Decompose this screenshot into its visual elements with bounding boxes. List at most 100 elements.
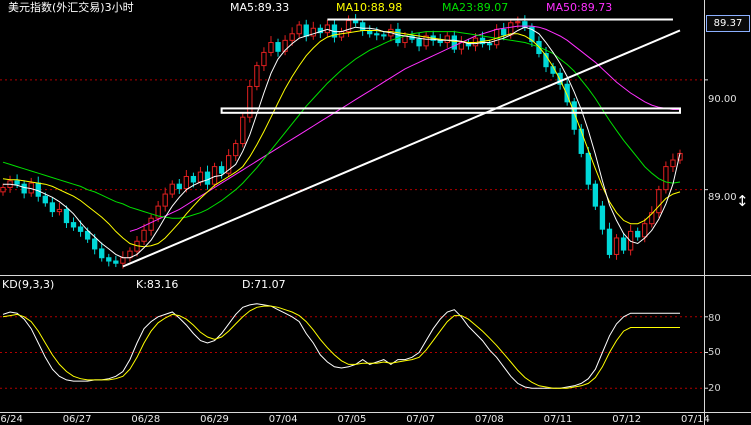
candle-body	[501, 28, 507, 36]
x-tick-label: 07/04	[268, 414, 298, 425]
price-tick-90: 90.00	[708, 94, 737, 105]
candle-body	[324, 24, 331, 34]
k-value-label: K:83.16	[136, 278, 179, 291]
candle-body	[395, 28, 401, 44]
candle-body	[451, 35, 457, 50]
ma5-line	[3, 26, 681, 259]
candle-body	[77, 226, 84, 232]
candle-body	[99, 248, 105, 259]
candle-body	[176, 183, 182, 190]
d-line	[2, 305, 680, 389]
candle-body	[106, 257, 112, 262]
candle-body	[620, 237, 627, 251]
candle-body	[416, 38, 422, 47]
candle-body	[113, 260, 119, 264]
kd-tick-80: 80	[708, 313, 721, 324]
candle-body	[218, 166, 225, 174]
chart-canvas	[0, 0, 751, 425]
d-value-label: D:71.07	[242, 278, 286, 291]
candle-body	[585, 152, 591, 185]
candle-body	[289, 33, 295, 41]
candle-body	[508, 22, 514, 36]
candle-body	[49, 202, 56, 213]
candle-body	[190, 175, 197, 183]
candle-body	[197, 171, 204, 183]
candle-body	[92, 238, 98, 250]
candle-body	[162, 193, 168, 207]
candle-body	[352, 20, 359, 24]
x-tick-label: 06/29	[200, 414, 229, 425]
candle-body	[204, 171, 211, 185]
candle-body	[233, 143, 239, 157]
candle-body	[275, 42, 281, 52]
x-tick-label: 06/27	[62, 414, 92, 425]
kd-tick-20: 20	[708, 383, 721, 394]
candle-body	[84, 230, 91, 240]
candle-body	[642, 223, 648, 238]
candle-body	[70, 222, 77, 228]
kd-grid	[0, 316, 704, 389]
x-tick-label: 07/08	[474, 414, 504, 425]
candle-body	[515, 21, 521, 24]
candle-body	[486, 43, 493, 46]
moving-average-lines	[2, 25, 681, 259]
candle-body	[42, 195, 48, 204]
candle-body	[21, 183, 27, 194]
candle-body	[303, 24, 309, 37]
candle-body	[141, 229, 147, 242]
ma50-label: MA50:89.73	[546, 1, 613, 14]
x-tick-label: 07/05	[337, 414, 367, 425]
candle-body	[613, 237, 620, 255]
candle-body	[268, 42, 274, 53]
candles	[0, 14, 683, 269]
candle-body	[310, 27, 316, 37]
candle-body	[240, 116, 246, 145]
candle-body	[663, 166, 669, 191]
trendline-support	[122, 29, 681, 268]
candle-body	[261, 51, 267, 67]
x-tick-label: 07/07	[406, 414, 436, 425]
x-tick-label: 06/24	[0, 414, 23, 425]
chart-frame	[0, 0, 751, 425]
candle-body	[656, 189, 662, 214]
candle-body	[169, 183, 175, 195]
x-tick-label: 07/12	[612, 414, 642, 425]
ma23-label: MA23:89.07	[442, 1, 509, 14]
candle-body	[592, 183, 599, 207]
x-tick-label: 07/14	[681, 414, 710, 425]
candle-body	[14, 180, 20, 185]
candle-body	[493, 28, 500, 46]
ma10-line	[2, 30, 681, 248]
kd-tick-50: 50	[708, 347, 721, 358]
candle-body	[183, 175, 190, 190]
candle-body	[254, 65, 260, 87]
candle-body	[374, 33, 380, 36]
candle-body	[211, 166, 218, 185]
candle-body	[444, 35, 450, 44]
candle-body	[670, 159, 676, 168]
chart-title: 美元指数(外汇交易)3小时	[8, 1, 134, 14]
candle-body	[599, 205, 606, 230]
price-grid	[0, 79, 704, 191]
candle-body	[35, 182, 41, 197]
candle-body	[635, 230, 641, 238]
candle-body	[0, 186, 6, 193]
x-tick-label: 07/11	[543, 414, 573, 425]
candle-body	[296, 24, 302, 35]
x-tick-label: 06/28	[131, 414, 161, 425]
candle-body	[120, 257, 126, 264]
candle-body	[381, 34, 387, 37]
candle-body	[359, 22, 366, 31]
candle-body	[148, 217, 154, 231]
candle-body	[606, 228, 613, 255]
current-price-box: 89.37	[706, 15, 750, 32]
candle-body	[63, 208, 70, 224]
ma10-label: MA10:88.98	[336, 1, 403, 14]
resistance-band	[220, 107, 681, 114]
candle-body	[56, 208, 63, 213]
resize-arrows-icon[interactable]: ↕	[736, 193, 749, 209]
kd-title: KD(9,3,3)	[2, 278, 55, 291]
ma5-label: MA5:89.33	[230, 1, 290, 14]
candle-body	[578, 128, 584, 154]
annotations	[122, 18, 681, 268]
